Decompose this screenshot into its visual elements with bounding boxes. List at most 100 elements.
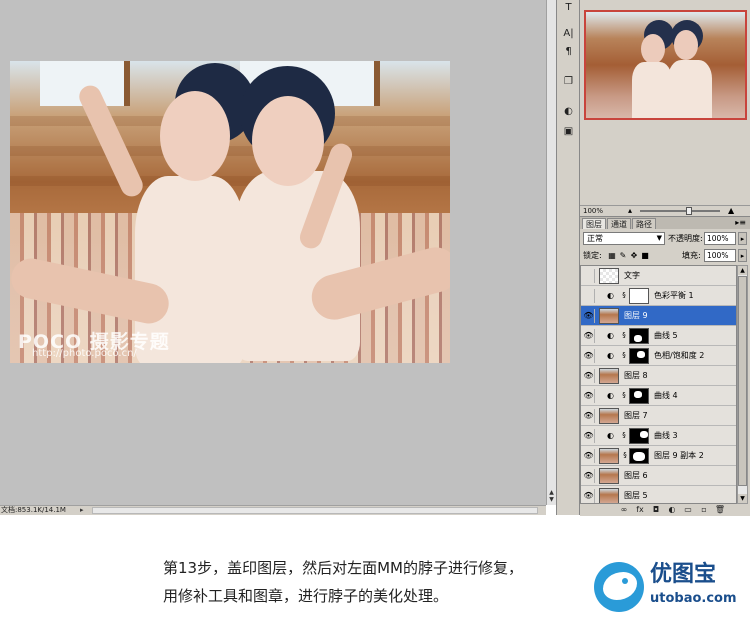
layer-row[interactable]: 👁 图层 9 <box>581 306 736 326</box>
layer-thumbnail[interactable] <box>629 348 649 364</box>
layer-row[interactable]: ◐ § 色彩平衡 1 <box>581 286 736 306</box>
layer-row[interactable]: 👁 图层 7 <box>581 406 736 426</box>
eye-icon[interactable]: 👁 <box>583 309 595 323</box>
lock-transparent-icon[interactable]: ▦ <box>607 250 617 261</box>
layer-thumbnail[interactable] <box>599 308 619 324</box>
adjustments-icon[interactable]: ◐ <box>560 104 577 120</box>
brand-url: utobao.com <box>650 591 737 606</box>
blend-mode-value: 正常 <box>587 234 603 243</box>
paragraph-panel-icon[interactable]: ¶ <box>560 44 577 60</box>
document-photo[interactable]: POCO 摄影专题 http://photo.poco.cn/ <box>10 61 450 363</box>
right-girl-shirt <box>235 171 360 361</box>
eye-icon[interactable]: 👁 <box>583 449 595 463</box>
scroll-down-arrow-icon[interactable]: ▼ <box>738 494 747 503</box>
layer-row[interactable]: 文字 <box>581 266 736 286</box>
status-menu-arrow-icon[interactable]: ▸ <box>80 506 84 515</box>
lock-position-icon[interactable]: ✥ <box>629 250 639 261</box>
mask-highlight <box>637 351 645 358</box>
layer-thumbnail[interactable] <box>629 328 649 344</box>
navigator-zoom-slider-knob[interactable] <box>686 207 692 215</box>
mask-highlight <box>634 335 642 342</box>
tab-paths[interactable]: 路径 <box>632 218 656 229</box>
adjustment-layer-icon: ◐ <box>607 331 614 340</box>
chain-link-icon[interactable]: § <box>621 330 627 341</box>
layer-thumbnail[interactable] <box>629 428 649 444</box>
eye-icon[interactable]: 👁 <box>583 469 595 483</box>
layer-thumbnail[interactable] <box>599 468 619 484</box>
layers-panel-tabs: 图层 通道 路径 ▸≡ <box>580 217 750 229</box>
layer-row[interactable]: 👁 图层 6 <box>581 466 736 486</box>
trash-icon[interactable]: 🗑 <box>714 505 726 515</box>
zoom-out-icon[interactable]: ▴ <box>628 206 632 216</box>
group-icon[interactable]: ▭ <box>682 505 694 515</box>
masks-icon[interactable]: ▣ <box>560 124 577 140</box>
layer-row[interactable]: 👁 ◐ § 色相/饱和度 2 <box>581 346 736 366</box>
eye-icon[interactable]: 👁 <box>583 389 595 403</box>
scroll-up-arrow-icon[interactable]: ▲ <box>738 266 747 275</box>
layer-thumbnail[interactable] <box>599 268 619 284</box>
chain-link-icon[interactable]: § <box>621 290 627 301</box>
eye-icon[interactable]: 👁 <box>583 409 595 423</box>
new-layer-icon[interactable]: ▫ <box>698 505 710 515</box>
canvas-vertical-scrollbar[interactable]: ▲ ▼ <box>546 0 556 505</box>
fill-slider-arrow-icon[interactable]: ▸ <box>738 249 747 262</box>
opacity-slider-arrow-icon[interactable]: ▸ <box>738 232 747 245</box>
eye-icon[interactable]: 👁 <box>583 329 595 343</box>
fx-icon[interactable]: fx <box>634 505 646 515</box>
opacity-field[interactable]: 100% <box>704 232 736 245</box>
layer-row[interactable]: 👁 ◐ § 曲线 4 <box>581 386 736 406</box>
canvas-horizontal-scrollbar[interactable] <box>92 507 538 514</box>
blend-mode-select[interactable]: 正常 ▼ <box>583 232 665 245</box>
layer-thumbnail[interactable] <box>599 488 619 503</box>
layer-thumbnail[interactable] <box>629 288 649 304</box>
layer-row[interactable]: 👁 ◐ § 曲线 5 <box>581 326 736 346</box>
layer-thumbnail[interactable] <box>599 368 619 384</box>
doc-size-readout: 文档:853.1K/14.1M <box>1 506 66 514</box>
nav-right-shirt <box>668 60 712 118</box>
tool-options-icon[interactable]: T <box>560 0 577 16</box>
eye-hidden-icon[interactable] <box>583 289 595 303</box>
layer-thumbnail[interactable] <box>599 448 619 464</box>
layer-mask-thumbnail[interactable] <box>629 448 649 464</box>
layer-row[interactable]: 👁 ◐ § 曲线 3 <box>581 426 736 446</box>
chain-link-icon[interactable]: § <box>622 450 628 461</box>
chain-link-icon[interactable]: § <box>621 430 627 441</box>
eye-hidden-icon[interactable] <box>583 269 595 283</box>
canvas-area[interactable]: POCO 摄影专题 http://photo.poco.cn/ <box>0 0 546 505</box>
navigator-zoom-slider[interactable] <box>640 210 720 212</box>
eye-icon[interactable]: 👁 <box>583 369 595 383</box>
lock-image-icon[interactable]: ✎ <box>618 250 628 261</box>
lock-all-icon[interactable]: ■ <box>640 250 650 261</box>
navigator-preview[interactable] <box>584 10 747 120</box>
chain-link-icon[interactable]: § <box>621 390 627 401</box>
layer-scroll-thumb[interactable] <box>738 276 747 486</box>
mask-highlight <box>640 431 648 438</box>
layer-row[interactable]: 👁 图层 5 <box>581 486 736 503</box>
link-icon[interactable]: ∞ <box>618 505 630 515</box>
layer-row[interactable]: 👁 图层 8 <box>581 366 736 386</box>
tab-layers[interactable]: 图层 <box>582 218 606 229</box>
layer-name: 图层 8 <box>624 371 648 380</box>
lock-label: 锁定: <box>583 251 602 260</box>
chain-link-icon[interactable]: § <box>621 350 627 361</box>
character-panel-icon[interactable]: A| <box>560 26 577 42</box>
eye-icon[interactable]: 👁 <box>583 349 595 363</box>
clone-source-icon[interactable]: ❐ <box>560 74 577 90</box>
tab-channels[interactable]: 通道 <box>607 218 631 229</box>
panel-menu-icon[interactable]: ▸≡ <box>735 218 746 228</box>
layer-list-scrollbar[interactable]: ▲ ▼ <box>737 265 748 504</box>
navigator-zoom-bar: 100% ▴ ▲ <box>580 205 750 215</box>
layer-thumbnail[interactable] <box>629 388 649 404</box>
layer-thumbnail[interactable] <box>599 408 619 424</box>
zoom-in-icon[interactable]: ▲ <box>728 206 734 216</box>
adjustment-icon[interactable]: ◐ <box>666 505 678 515</box>
eye-icon[interactable]: 👁 <box>583 429 595 443</box>
scroll-down-arrow-icon[interactable]: ▼ <box>547 497 556 503</box>
fill-field[interactable]: 100% <box>704 249 736 262</box>
layer-row[interactable]: 👁 § 图层 9 副本 2 <box>581 446 736 466</box>
tutorial-caption: 第13步，盖印图层，然后对左面MM的脖子进行修复， 用修补工具和图章，进行脖子的… <box>163 554 523 610</box>
navigator-zoom-field[interactable]: 100% <box>583 206 603 216</box>
blend-opacity-row: 正常 ▼ 不透明度: 100% ▸ <box>580 232 750 247</box>
eye-icon[interactable]: 👁 <box>583 489 595 503</box>
mask-icon[interactable]: ◘ <box>650 505 662 515</box>
